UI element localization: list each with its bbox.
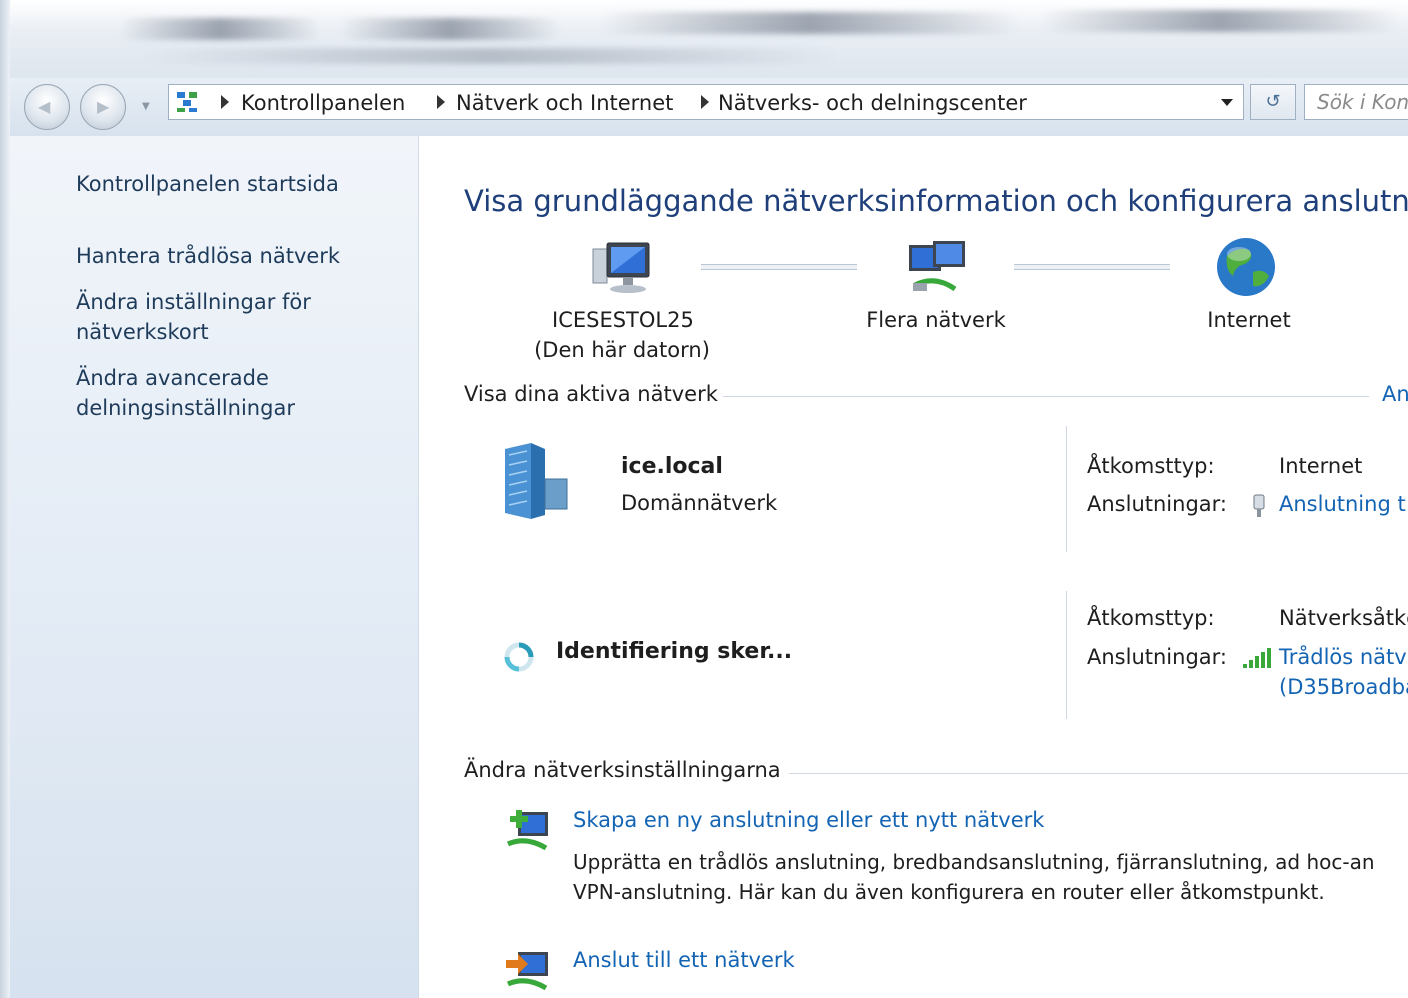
computer-name: ICESESTOL25 <box>552 308 694 332</box>
change-settings-header: Ändra nätverksinställningarna <box>464 758 781 782</box>
breadcrumb-separator-icon[interactable] <box>437 95 445 109</box>
search-placeholder: Sök i Kon <box>1317 90 1408 114</box>
window-left-edge <box>0 0 10 998</box>
sidebar-item-label: Ändra inställningar för <box>76 290 311 314</box>
sidebar-item-manage-wireless[interactable]: Hantera trådlösa nätverk <box>76 241 340 271</box>
section-divider <box>723 396 1369 397</box>
connections-label: Anslutningar: <box>1087 492 1227 516</box>
breadcrumb-separator-icon[interactable] <box>701 95 709 109</box>
computer-icon[interactable] <box>589 241 655 301</box>
left-task-pane: Kontrollpanelen startsida Hantera trådlö… <box>10 136 419 998</box>
sidebar-item-label: nätverkskort <box>76 320 209 344</box>
create-connection-link[interactable]: Skapa en ny anslutning eller ett nytt nä… <box>573 808 1044 832</box>
refresh-icon: ↺ <box>1265 91 1281 112</box>
ethernet-cable-icon <box>1253 494 1265 517</box>
forward-button[interactable]: ▶ <box>80 84 126 130</box>
multiple-networks-icon[interactable] <box>905 239 971 301</box>
search-box[interactable]: Sök i Kon <box>1304 84 1408 120</box>
see-full-map-link[interactable]: An <box>1382 382 1408 406</box>
connection-line <box>1014 264 1170 270</box>
wireless-connection-name: Trådlös nätv <box>1279 645 1407 669</box>
main-content: Visa grundläggande nätverksinformation o… <box>419 136 1408 998</box>
sidebar-item-label: Ändra avancerade <box>76 366 269 390</box>
back-button[interactable]: ◀ <box>24 84 70 130</box>
connect-network-icon <box>506 952 548 991</box>
domain-network-icon <box>505 443 568 519</box>
network-sharing-center-window: ◀ ▶ ▼ Kontrollpanelen Nätverk och Intern… <box>0 0 1408 998</box>
refresh-button[interactable]: ↺ <box>1250 84 1296 120</box>
sidebar-item-adapter-settings[interactable]: Ändra inställningar för nätverkskort <box>76 287 311 347</box>
active-networks-header: Visa dina aktiva nätverk <box>464 382 718 406</box>
page-title: Visa grundläggande nätverksinformation o… <box>464 184 1408 218</box>
connection-line <box>701 264 857 270</box>
sidebar-item-label: delningsinställningar <box>76 396 295 420</box>
lan-connection-link[interactable]: Anslutning t <box>1279 492 1406 516</box>
identifying-spinner-icon <box>504 642 534 672</box>
access-type-value: Nätverksåtkc <box>1279 606 1408 630</box>
sidebar-item-advanced-sharing[interactable]: Ändra avancerade delningsinställningar <box>76 363 295 423</box>
create-connection-description: VPN-anslutning. Här kan du även konfigur… <box>573 880 1325 904</box>
internet-label: Internet <box>1207 308 1291 332</box>
internet-globe-icon[interactable] <box>1215 236 1277 298</box>
connections-label: Anslutningar: <box>1087 645 1227 669</box>
control-panel-icon <box>177 92 197 112</box>
back-arrow-icon: ◀ <box>38 97 51 116</box>
address-bar[interactable]: Kontrollpanelen Nätverk och Internet Nät… <box>168 84 1244 120</box>
access-type-value: Internet <box>1279 454 1363 478</box>
breadcrumb-separator-icon[interactable] <box>221 95 229 109</box>
forward-arrow-icon: ▶ <box>97 97 110 116</box>
address-dropdown-icon[interactable] <box>1221 99 1233 106</box>
create-connection-description: Upprätta en trådlös anslutning, bredband… <box>573 850 1375 874</box>
access-type-label: Åtkomsttyp: <box>1087 606 1215 630</box>
new-connection-icon <box>506 810 548 851</box>
multiple-networks-label: Flera nätverk <box>866 308 1006 332</box>
wireless-signal-icon <box>1243 648 1271 668</box>
sidebar-item-control-panel-home[interactable]: Kontrollpanelen startsida <box>76 169 339 199</box>
recent-pages-dropdown-icon[interactable]: ▼ <box>142 100 156 114</box>
breadcrumb-control-panel[interactable]: Kontrollpanelen <box>241 91 405 115</box>
network-type-link[interactable]: Domännätverk <box>621 491 777 515</box>
vertical-divider <box>1066 426 1067 552</box>
breadcrumb-network-sharing-center[interactable]: Nätverks- och delningscenter <box>718 91 1027 115</box>
network-name: ice.local <box>621 454 723 479</box>
access-type-label: Åtkomsttyp: <box>1087 454 1215 478</box>
wireless-connection-ssid-link[interactable]: (D35Broadba <box>1279 675 1408 699</box>
blurred-title-area <box>0 0 1408 80</box>
connect-to-network-link[interactable]: Anslut till ett nätverk <box>573 948 795 972</box>
section-divider <box>789 773 1408 774</box>
navigation-bar: ◀ ▶ ▼ Kontrollpanelen Nätverk och Intern… <box>10 78 1408 137</box>
breadcrumb-network-internet[interactable]: Nätverk och Internet <box>456 91 673 115</box>
vertical-divider <box>1066 591 1067 719</box>
identifying-network-status: Identifiering sker... <box>556 639 793 664</box>
computer-subtitle: (Den här datorn) <box>534 338 710 362</box>
wireless-connection-link[interactable]: Trådlös nätv <box>1279 645 1407 669</box>
